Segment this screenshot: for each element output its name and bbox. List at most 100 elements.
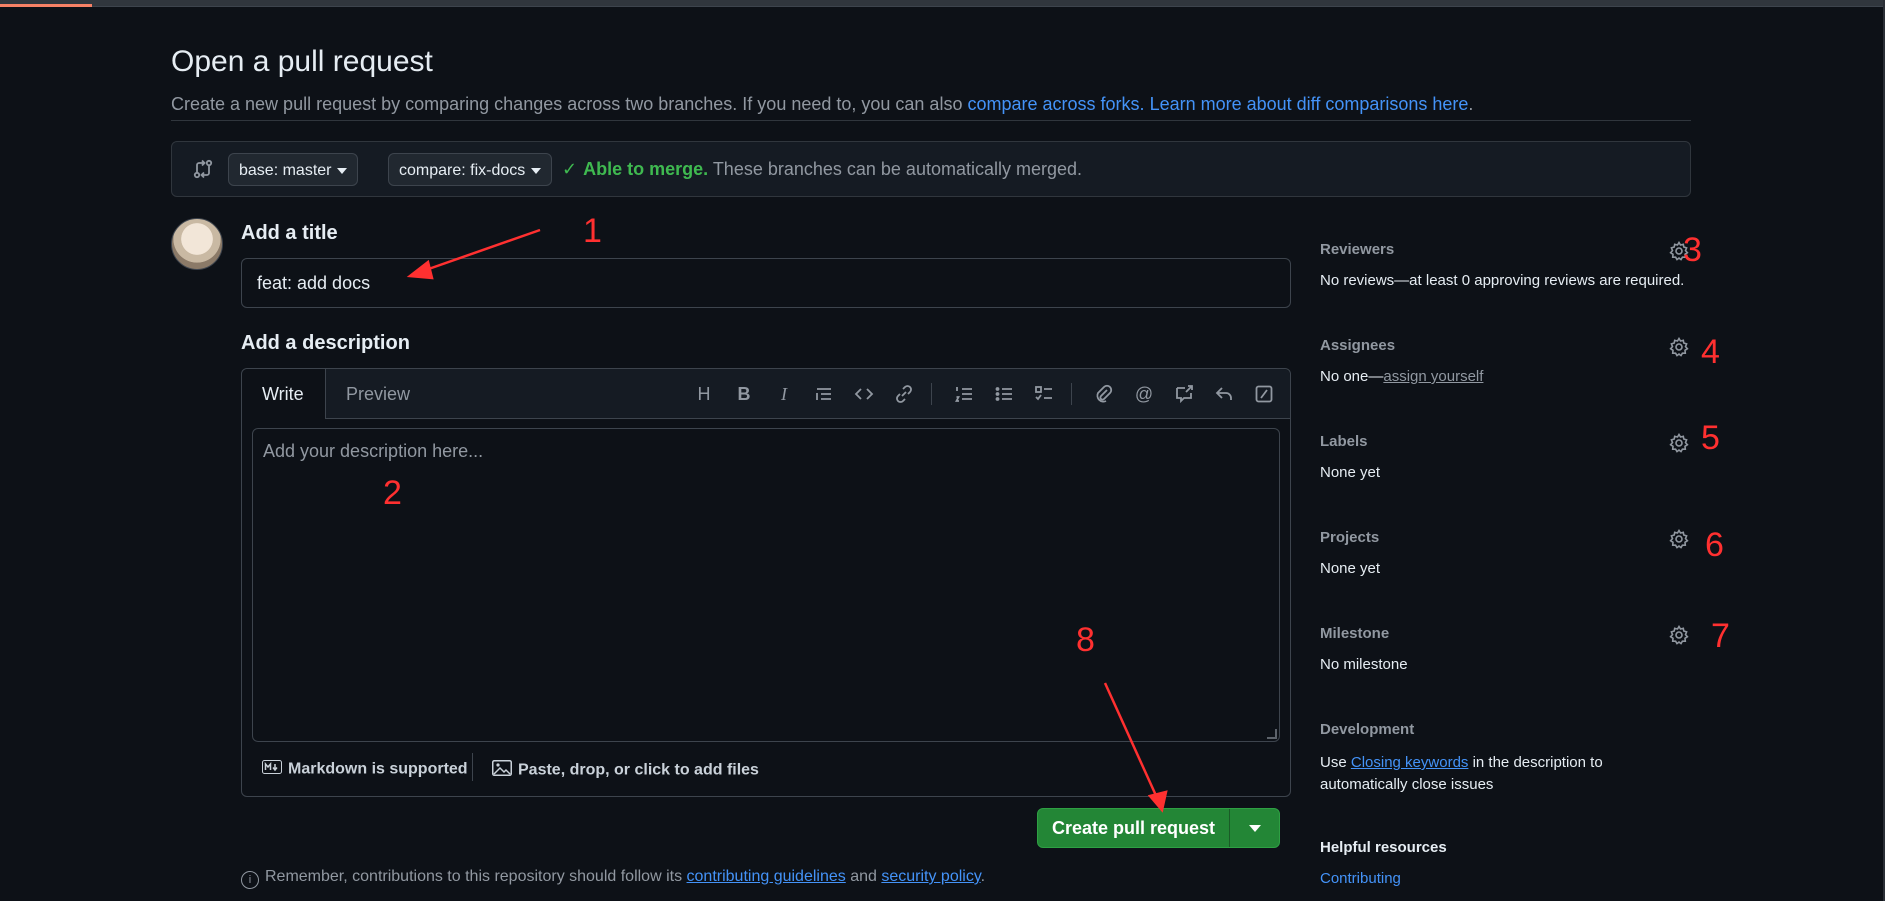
closing-keywords-link[interactable]: Closing keywords — [1351, 754, 1469, 771]
assignees-gear-icon[interactable] — [1669, 337, 1689, 357]
sidebar-divider — [1320, 505, 1691, 506]
remember-end: . — [980, 868, 986, 885]
description-editor: Write Preview H B I @ Add your descripti… — [241, 368, 1291, 797]
reply-icon[interactable] — [1211, 381, 1237, 407]
contributing-link[interactable]: Contributing — [1320, 870, 1401, 887]
editor-toolbar: Write Preview H B I @ — [242, 369, 1290, 419]
sidebar-reviewers: Reviewers No reviews—at least 0 approvin… — [1320, 241, 1691, 289]
assign-yourself-link[interactable]: assign yourself — [1383, 368, 1483, 385]
contributing-guidelines-link[interactable]: contributing guidelines — [687, 868, 846, 885]
description-placeholder: Add your description here... — [263, 441, 484, 461]
title-input[interactable] — [241, 258, 1291, 308]
cross-reference-icon[interactable] — [1171, 381, 1197, 407]
annotation-7: 7 — [1711, 617, 1730, 655]
toolbar-divider — [931, 383, 932, 405]
compare-branch-label: compare: fix-docs — [399, 162, 526, 179]
sidebar-helpful-resources: Helpful resources Contributing — [1320, 839, 1691, 887]
create-pull-request-label[interactable]: Create pull request — [1038, 809, 1229, 847]
description-textarea[interactable]: Add your description here... — [252, 428, 1280, 742]
sidebar-assignees: Assignees No one—assign yourself — [1320, 337, 1691, 385]
title-label: Add a title — [241, 222, 338, 244]
image-icon — [492, 760, 512, 781]
labels-heading: Labels — [1320, 433, 1368, 450]
tab-write[interactable]: Write — [242, 369, 326, 419]
attach-note: Paste, drop, or click to add files — [518, 761, 759, 779]
link-icon[interactable] — [891, 381, 917, 407]
reviewers-heading: Reviewers — [1320, 241, 1395, 258]
toolbar-divider — [1071, 383, 1072, 405]
milestone-value: No milestone — [1320, 656, 1408, 673]
create-options-dropdown[interactable] — [1229, 809, 1280, 847]
create-pull-request-button: Create pull request — [1037, 808, 1280, 848]
annotation-8: 8 — [1076, 621, 1095, 659]
annotation-6: 6 — [1705, 526, 1724, 564]
sidebar-divider — [1320, 697, 1691, 698]
page-title: Open a pull request — [171, 45, 433, 78]
sidebar-projects: Projects None yet — [1320, 529, 1691, 577]
quote-icon[interactable] — [811, 381, 837, 407]
labels-value: None yet — [1320, 464, 1381, 481]
base-branch-select[interactable]: base: master — [228, 153, 359, 186]
check-icon: ✓ — [562, 159, 578, 179]
top-border — [0, 0, 1885, 7]
sidebar-divider — [1320, 601, 1691, 602]
bold-icon[interactable]: B — [731, 381, 757, 407]
ordered-list-icon[interactable] — [951, 381, 977, 407]
subtitle-end: . — [1468, 94, 1474, 114]
annotation-4: 4 — [1701, 333, 1720, 371]
development-heading: Development — [1320, 721, 1415, 738]
annotation-3: 3 — [1683, 231, 1702, 269]
development-pre: Use — [1320, 754, 1347, 771]
caret-down-icon — [1249, 825, 1261, 832]
git-compare-icon — [193, 159, 213, 179]
unordered-list-icon[interactable] — [991, 381, 1017, 407]
base-branch-label: base: master — [239, 162, 332, 179]
sidebar-development: Development Use Closing keywords in the … — [1320, 721, 1691, 796]
branch-compare-bar: base: master ←… compare: fix-docs ✓Able … — [171, 141, 1691, 197]
merge-status-label: Able to merge. — [583, 159, 709, 179]
learn-more-link[interactable]: Learn more about diff comparisons here — [1150, 94, 1469, 114]
mention-icon[interactable]: @ — [1131, 381, 1157, 407]
sidebar-milestone: Milestone No milestone — [1320, 625, 1691, 673]
page-subtitle: Create a new pull request by comparing c… — [171, 94, 1691, 115]
resize-handle[interactable] — [1267, 729, 1277, 739]
sidebar-labels: Labels None yet — [1320, 433, 1691, 481]
projects-gear-icon[interactable] — [1669, 529, 1689, 549]
subtitle-text: Create a new pull request by comparing c… — [171, 94, 963, 114]
caret-down-icon — [531, 167, 542, 174]
compare-forks-link[interactable]: compare across forks. — [967, 94, 1144, 114]
markdown-supported-link[interactable]: Markdown is supported — [262, 760, 468, 779]
code-icon[interactable] — [851, 381, 877, 407]
annotation-5: 5 — [1701, 419, 1720, 457]
italic-icon[interactable]: I — [771, 381, 797, 407]
sidebar-divider — [1320, 409, 1691, 410]
task-list-icon[interactable] — [1031, 381, 1057, 407]
milestone-gear-icon[interactable] — [1669, 625, 1689, 645]
markdown-icon — [262, 760, 282, 779]
paperclip-icon[interactable] — [1091, 381, 1117, 407]
tab-preview[interactable]: Preview — [326, 369, 430, 419]
assignees-value: No one— — [1320, 368, 1384, 385]
description-label: Add a description — [241, 332, 410, 354]
slash-command-icon[interactable] — [1251, 381, 1277, 407]
milestone-heading: Milestone — [1320, 625, 1390, 642]
attach-files-button[interactable]: Paste, drop, or click to add files — [492, 760, 759, 781]
markdown-note: Markdown is supported — [288, 760, 468, 778]
annotation-1: 1 — [583, 212, 602, 250]
annotation-2: 2 — [383, 474, 402, 512]
footer-divider — [472, 753, 473, 781]
merge-status-detail: These branches can be automatically merg… — [712, 159, 1083, 179]
security-policy-link[interactable]: security policy — [881, 868, 980, 885]
user-avatar[interactable] — [171, 218, 223, 270]
assignees-heading: Assignees — [1320, 337, 1396, 354]
labels-gear-icon[interactable] — [1669, 433, 1689, 453]
sidebar-divider — [1320, 313, 1691, 314]
reviewers-value: No reviews—at least 0 approving reviews … — [1320, 272, 1685, 289]
remember-text: Remember, contributions to this reposito… — [265, 868, 683, 885]
remember-and: and — [850, 868, 877, 885]
caret-down-icon — [337, 167, 348, 174]
contribution-notice: i Remember, contributions to this reposit… — [241, 868, 985, 889]
heading-icon[interactable]: H — [691, 381, 717, 407]
page-header: Open a pull request Create a new pull re… — [171, 40, 1691, 121]
compare-branch-select[interactable]: compare: fix-docs — [388, 153, 553, 186]
